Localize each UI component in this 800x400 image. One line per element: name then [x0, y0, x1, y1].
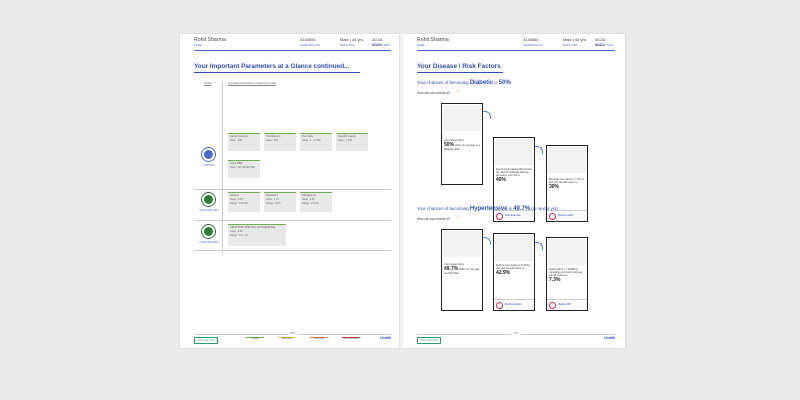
- basic-info-label: BASIC INFO: [563, 44, 578, 47]
- profile-label: UREATES: [203, 164, 215, 167]
- date-label: DATE OF TEST: [595, 44, 614, 47]
- target-icon: [496, 302, 503, 309]
- page-header: Rohit Sharma NAME 3134554 ACCESSION NO M…: [417, 37, 615, 51]
- page-header: Rohit Sharma NAME 3134554 ACCESSION NO M…: [194, 37, 391, 51]
- present-risk-box: Your present risk is 49.7% which, for you…: [441, 229, 483, 311]
- parameter-card[interactable]: Urine RBC Value : NIL DETECTED: [228, 160, 260, 178]
- bp-monitor-image: [443, 231, 481, 257]
- patient-name: Rohit Sharma: [417, 37, 449, 43]
- date-label: DATE OF TEST: [372, 44, 391, 47]
- target-icon: [549, 213, 556, 220]
- params-column-header: Important parameters in respective profi…: [228, 82, 276, 87]
- bp-box: Reduce BP to <= 120/80 by consulting you…: [546, 237, 588, 311]
- report-page-right: Rohit Sharma NAME 3134554 ACCESSION NO M…: [403, 34, 625, 348]
- diabetic-risk-heading: Your chances of becoming Diabetic is 50%: [417, 80, 511, 86]
- smile-icon: ☺: [456, 88, 461, 93]
- basic-info-label: BASIC INFO: [340, 44, 355, 47]
- legend-abnormal: Abnormal: [310, 337, 328, 340]
- basic-info: Male | 44 yrs: [563, 37, 586, 42]
- legend-borderline: Borderline: [278, 337, 296, 340]
- page-number: 8/20: [287, 332, 298, 335]
- target-icon: [496, 213, 503, 220]
- reduce-question: How can you reduce it?: [417, 217, 451, 221]
- row-divider: [194, 220, 391, 221]
- parameter-card[interactable]: S.E.Albumin Value : 965: [264, 133, 296, 151]
- reduce-question: How can you reduce it?: [417, 91, 451, 95]
- reduce-weight-button[interactable]: Reduce weight: [494, 299, 534, 310]
- page-footer: 7/20 Your Logo Here Health: [417, 332, 615, 344]
- page-title: Your Disease / Risk Factors: [417, 63, 501, 70]
- target-icon: [549, 302, 556, 309]
- basic-info: Male | 44 yrs: [340, 37, 363, 42]
- legend-very-abnormal: Very Abnormal: [342, 337, 360, 340]
- accession-label: ACCESSION NO: [523, 44, 543, 47]
- waist-image: [548, 147, 586, 173]
- accession-number: 3134554: [300, 37, 316, 42]
- arrow-icon: [535, 146, 543, 154]
- logo-placeholder: Your Logo Here: [194, 337, 219, 344]
- brand-logo: Health: [604, 336, 615, 340]
- parameter-card[interactable]: Phosphorus Value : 3.38 Range : 2.5-4.5: [300, 192, 332, 212]
- weight-box: Reduce your weight to 72.69 kg and your …: [493, 233, 535, 311]
- profile-column-header: Profile: [204, 82, 212, 87]
- title-underline: [194, 72, 360, 73]
- brand-logo: Health: [380, 336, 391, 340]
- liver-enzymes-icon: [201, 224, 216, 239]
- scale-image: [495, 235, 533, 261]
- parameter-card[interactable]: Specific Gravity Value : 1.023: [336, 133, 368, 151]
- smile-icon: ☺: [456, 214, 461, 219]
- parameter-card[interactable]: Pus Cells Value : 2 - 4 /HPF: [300, 133, 332, 151]
- accession-number: 3134554: [523, 37, 539, 42]
- page-number: 7/20: [511, 332, 521, 335]
- name-label: NAME: [194, 44, 202, 47]
- column-divider: [222, 82, 223, 254]
- profile-label: ELECTROLYTES: [199, 209, 219, 212]
- profile-label: LIVER ENZYMES: [199, 241, 219, 244]
- electrolytes-icon: [201, 192, 216, 207]
- patient-name: Rohit Sharma: [194, 37, 226, 43]
- title-underline: [417, 72, 503, 73]
- report-page-left: Rohit Sharma NAME 3134554 ACCESSION NO M…: [180, 34, 401, 348]
- exercise-image: [495, 139, 533, 165]
- page-footer: 8/20 Your Logo Here Normal Borderline Ab…: [194, 332, 391, 344]
- page-title: Your Important Parameters at a Glance co…: [194, 63, 350, 70]
- doctor-image: [548, 239, 586, 265]
- ureates-icon: [201, 147, 216, 162]
- accession-label: ACCESSION NO: [300, 44, 320, 47]
- name-label: NAME: [417, 44, 425, 47]
- parameter-card[interactable]: PROSTATE SPECIFIC ANTIGEN(PSA) Value : 0.…: [228, 224, 286, 246]
- glucometer-image: [443, 105, 481, 131]
- arrow-icon: [535, 242, 543, 250]
- arrow-icon: [483, 237, 491, 245]
- parameter-card[interactable]: Sodium Value : 139.7 Range : 136-146: [228, 192, 260, 212]
- parameter-card[interactable]: Serum Glucose Value : 995: [228, 133, 260, 151]
- parameter-card[interactable]: Potassium Value : 4.73 Range : 3.5-5: [264, 192, 296, 212]
- present-risk-box: Your present risk is 50% which, for your …: [441, 103, 483, 185]
- logo-placeholder: Your Logo Here: [417, 337, 442, 344]
- arrow-icon: [483, 111, 491, 119]
- reduce-bp-button[interactable]: Reduce BP: [547, 299, 587, 310]
- hypertensive-risk-heading: Your chances of becoming Hypertensive is…: [417, 206, 558, 212]
- legend-normal: Normal: [246, 337, 264, 340]
- row-divider: [194, 250, 391, 251]
- row-divider: [194, 189, 391, 190]
